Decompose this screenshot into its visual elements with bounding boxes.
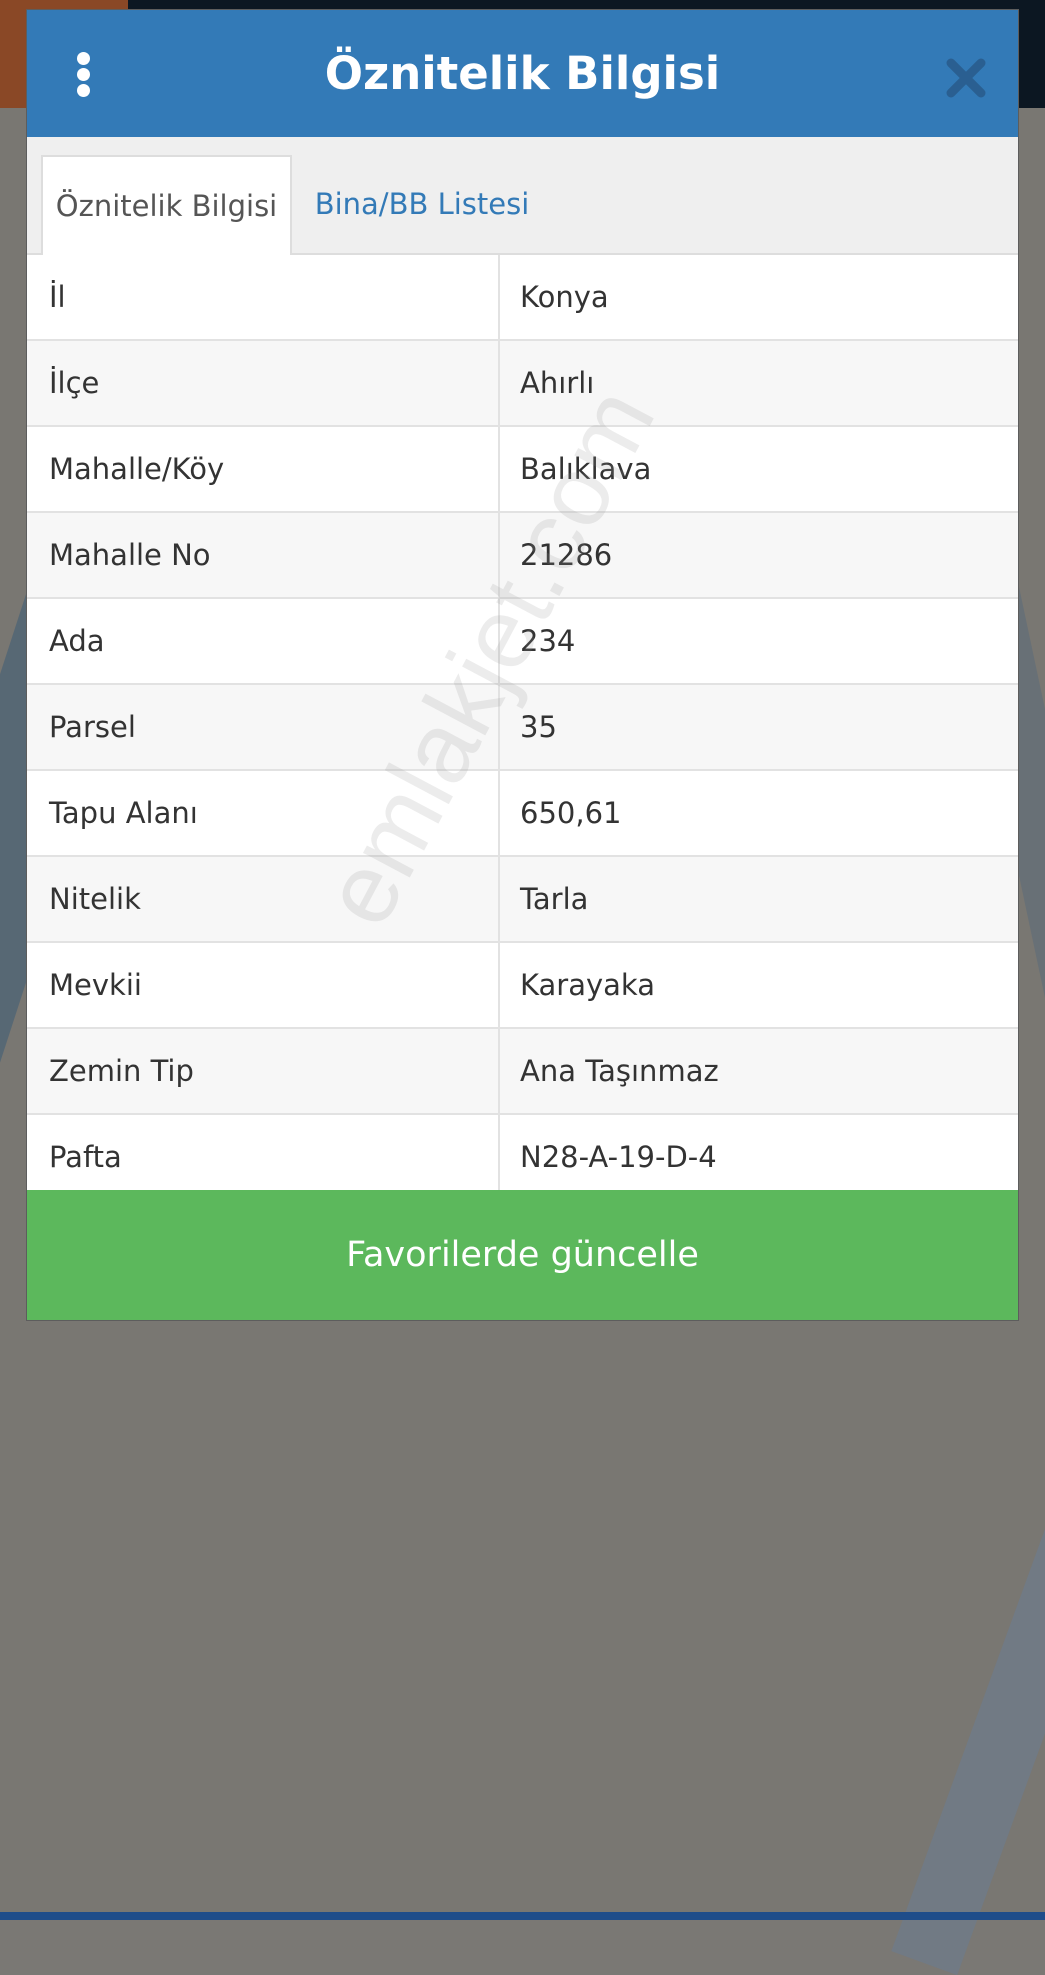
table-row: Zemin Tip Ana Taşınmaz	[27, 1029, 1018, 1115]
column-divider	[498, 341, 500, 425]
update-favorites-button[interactable]: Favorilerde güncelle	[27, 1190, 1018, 1320]
attribute-label: Parsel	[49, 710, 136, 744]
attribute-info-dialog: Öznitelik Bilgisi Öznitelik Bilgisi Bina…	[27, 10, 1018, 1320]
table-row: Mevkii Karayaka	[27, 943, 1018, 1029]
column-divider	[498, 599, 500, 683]
table-row: Mahalle No 21286	[27, 513, 1018, 599]
dialog-header: Öznitelik Bilgisi	[27, 10, 1018, 137]
table-row: Pafta N28-A-19-D-4	[27, 1115, 1018, 1201]
attribute-value: 234	[520, 624, 576, 658]
attribute-value: Balıklava	[520, 452, 652, 486]
attribute-value: Ahırlı	[520, 366, 595, 400]
attribute-value: 35	[520, 710, 557, 744]
dialog-title: Öznitelik Bilgisi	[324, 47, 721, 100]
attribute-label: İl	[49, 280, 66, 314]
column-divider	[498, 857, 500, 941]
table-row: Mahalle/Köy Balıklava	[27, 427, 1018, 513]
attribute-table: İl Konya İlçe Ahırlı Mahalle/Köy Balıklava Mah…	[27, 255, 1018, 1201]
column-divider	[498, 685, 500, 769]
column-divider	[498, 427, 500, 511]
attribute-label: Zemin Tip	[49, 1054, 194, 1088]
table-row: Ada 234	[27, 599, 1018, 685]
attribute-value: N28-A-19-D-4	[520, 1140, 717, 1174]
column-divider	[498, 513, 500, 597]
table-row: İlçe Ahırlı	[27, 341, 1018, 427]
column-divider	[498, 255, 500, 339]
attribute-label: Pafta	[49, 1140, 122, 1174]
attribute-label: İlçe	[49, 366, 100, 400]
table-row: Parsel 35	[27, 685, 1018, 771]
column-divider	[498, 771, 500, 855]
attribute-label: Ada	[49, 624, 105, 658]
kebab-menu-icon[interactable]	[72, 52, 96, 98]
tab-attribute-info[interactable]: Öznitelik Bilgisi	[41, 155, 292, 257]
table-row: Nitelik Tarla	[27, 857, 1018, 943]
attribute-value: Konya	[520, 280, 609, 314]
close-icon[interactable]	[945, 57, 987, 99]
table-row: Tapu Alanı 650,61	[27, 771, 1018, 857]
attribute-value: Karayaka	[520, 968, 655, 1002]
attribute-label: Nitelik	[49, 882, 141, 916]
attribute-label: Mevkii	[49, 968, 142, 1002]
attribute-value: Tarla	[520, 882, 589, 916]
attribute-value: 21286	[520, 538, 613, 572]
column-divider	[498, 1115, 500, 1199]
tab-bar: Öznitelik Bilgisi Bina/BB Listesi	[27, 137, 1018, 257]
attribute-label: Tapu Alanı	[49, 796, 198, 830]
background-bottom-bar	[0, 1912, 1045, 1920]
attribute-value: Ana Taşınmaz	[520, 1054, 719, 1088]
attribute-value: 650,61	[520, 796, 622, 830]
table-row: İl Konya	[27, 255, 1018, 341]
attribute-label: Mahalle/Köy	[49, 452, 225, 486]
column-divider	[498, 943, 500, 1027]
column-divider	[498, 1029, 500, 1113]
tab-building-list[interactable]: Bina/BB Listesi	[312, 155, 532, 253]
attribute-label: Mahalle No	[49, 538, 211, 572]
